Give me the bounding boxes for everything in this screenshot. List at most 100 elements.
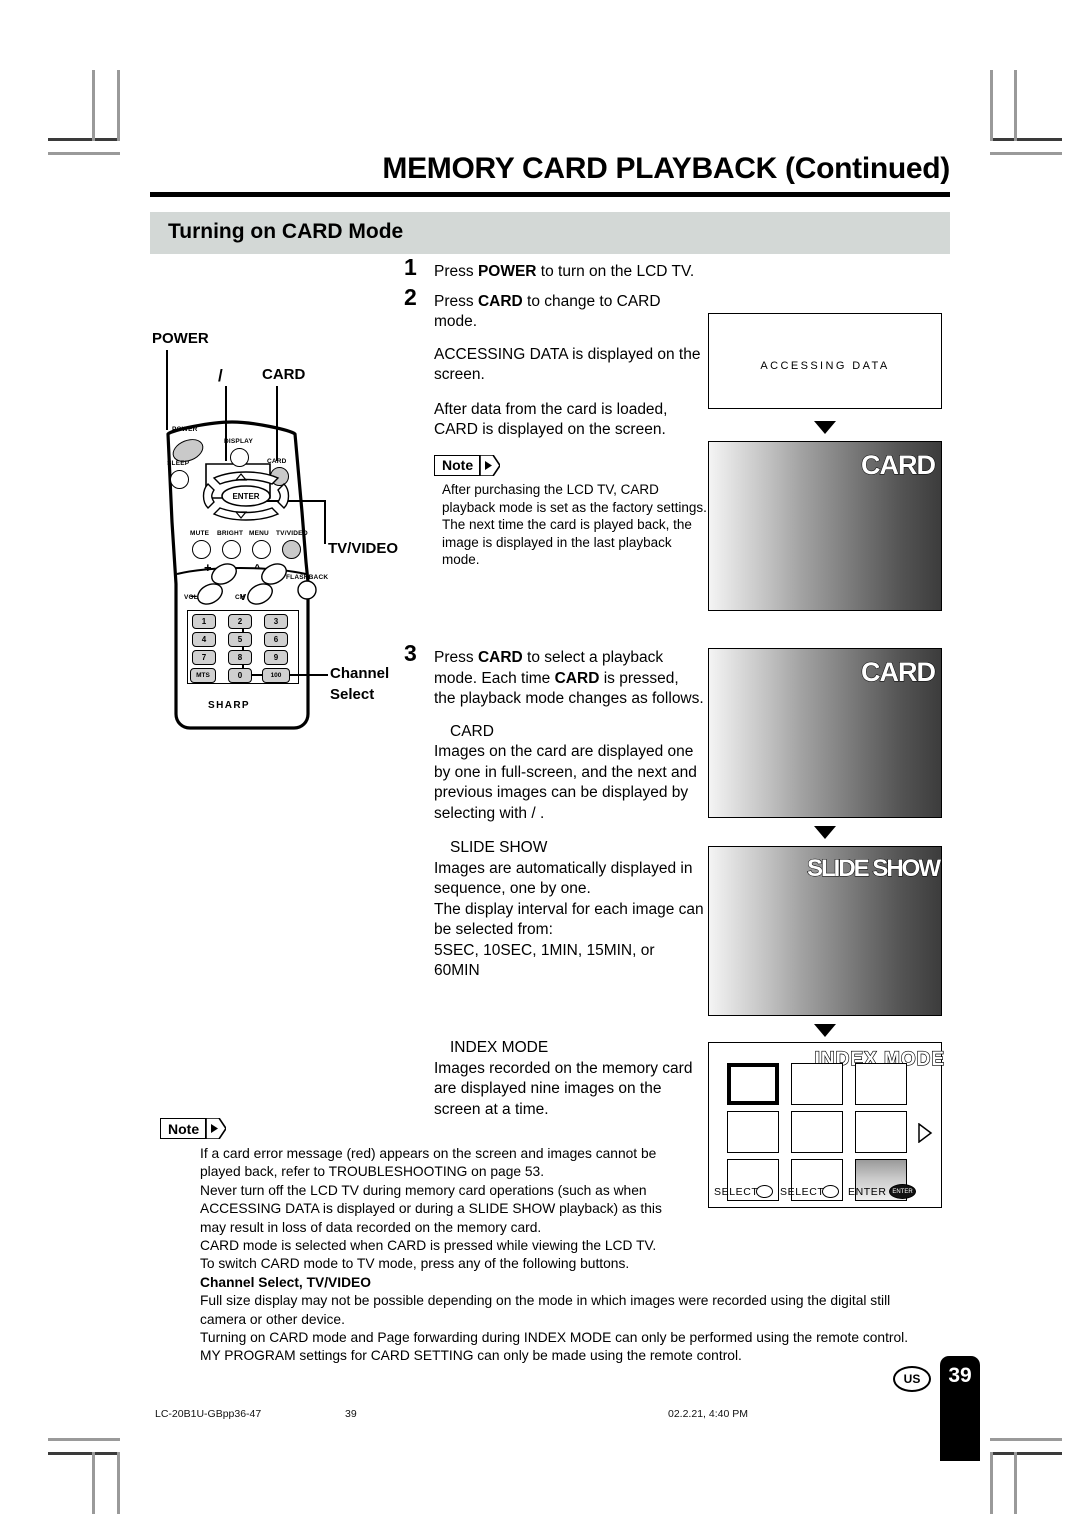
button-label-menu: MENU [249,530,269,537]
button-label-power: POWER [172,426,198,433]
manual-page: MEMORY CARD PLAYBACK (Continued) Turning… [0,0,1080,1528]
step-1-number: 1 [404,254,417,280]
svg-text:^: ^ [254,563,261,575]
mode-body-slideshow-2: The display interval for each image can … [434,900,704,939]
note-line-8: Channel Select, TV/VIDEO [200,1274,371,1290]
keypad-key-8[interactable]: 8 [228,650,252,665]
crop-mark-top-left [48,138,120,141]
keypad-key-7[interactable]: 7 [192,650,216,665]
dpad-cluster[interactable]: ENTER [198,462,318,532]
crop-mark-bottom-left [48,1452,120,1455]
vol-ch-rockers[interactable]: + – ^ v [182,560,332,612]
crop-mark-bottom-left-v [117,1452,120,1514]
step-1-text-post: to turn on the LCD TV. [536,263,695,280]
note-tag: Note [434,454,501,476]
step-2: 2 Press CARD to change to CARD mode. [404,285,704,333]
section-title: Turning on CARD Mode [168,220,404,243]
button-label-tvvideo: TV/VIDEO [276,530,308,537]
flow-arrow-1 [814,421,836,434]
step-3-text-pre: Press [434,649,478,666]
keypad-key-3[interactable]: 3 [264,614,288,629]
keypad-key-4[interactable]: 4 [192,632,216,647]
crop-mark-bottom-left-v2 [92,1452,95,1514]
keypad-key-mts[interactable]: MTS [190,668,216,683]
keypad-key-100[interactable]: 100 [262,668,290,683]
crop-mark-top-right-h2 [990,152,1062,155]
note-line-7: To switch CARD mode to TV mode, press an… [200,1256,630,1272]
screen-accessing-data: ACCESSING DATA [708,313,942,409]
screen-card-2: CARD [708,648,942,818]
screen-slide-show: SLIDE SHOW [708,846,942,1016]
note-line-3: Never turn off the LCD TV during memory … [200,1182,647,1198]
crop-mark-bottom-right-v [990,1452,993,1514]
mode-name-index: INDEX MODE [450,1039,549,1056]
step-1-text-pre: Press [434,263,478,280]
index-cell-3[interactable] [855,1063,907,1105]
step-3-number: 3 [404,640,417,666]
page-title: MEMORY CARD PLAYBACK (Continued) [382,152,950,185]
button-label-flashback: FLASHBACK [286,574,329,581]
button-menu[interactable] [252,540,271,559]
step-3-keyword-1: CARD [477,649,523,666]
note-body-bottom: If a card error message (red) appears on… [200,1145,950,1366]
footer-filename: LC-20B1U-GBpp36-47 [155,1408,262,1420]
osd-slide-show: SLIDE SHOW [806,855,941,883]
crop-mark-top-left-h2 [48,152,120,155]
mode-name-slideshow: SLIDE SHOW [450,839,548,856]
step-2-number: 2 [404,283,417,310]
note-line-2: played back, refer to TROUBLESHOOTING on… [200,1164,545,1180]
crop-mark-bottom-right-h2 [990,1438,1062,1441]
crop-mark-bottom-right-v2 [1014,1452,1017,1514]
button-label-display: DISPLAY [224,438,253,445]
step-2-loaded-text: After data from the card is loaded, CARD… [434,400,668,439]
step-2-keyword: CARD [477,292,523,310]
step-2-accessing-text: ACCESSING DATA is displayed on the scree… [434,345,701,384]
crop-mark-top-right-v2 [1014,70,1017,141]
keypad-key-6[interactable]: 6 [264,632,288,647]
button-label-vol: VOL [184,594,198,601]
step-1: 1 Press POWER to turn on the LCD TV. [404,256,704,283]
button-bright[interactable] [222,540,241,559]
mode-body-slideshow: Images are automatically displayed in se… [434,859,693,898]
mode-name-card: CARD [450,722,494,740]
svg-text:ENTER: ENTER [232,492,259,501]
button-label-bright: BRIGHT [217,530,244,537]
instruction-column-lower: 3 Press CARD to select a playback mode. … [404,642,704,996]
instruction-column: 1 Press POWER to turn on the LCD TV. 2 P… [404,256,707,569]
crop-mark-top-right [990,138,1062,141]
index-cell-1[interactable] [727,1063,779,1105]
step-2-text-pre: Press [434,292,478,310]
note-label: Note [442,456,474,473]
note-line-6: CARD mode is selected when CARD is press… [200,1238,657,1254]
note-line-11: Turning on CARD mode and Page forwarding… [200,1330,909,1346]
note-block-step2: Note After purchasing the LCD TV, CARD p… [434,454,707,569]
crop-mark-top-left-v2 [92,70,95,141]
note-line-5: may result in loss of data recorded on t… [200,1219,542,1235]
note-line-4: ACCESSING DATA is displayed or during a … [200,1201,662,1217]
note-arrow-icon [480,454,501,476]
mode-body-index: Images recorded on the memory card are d… [434,1059,693,1118]
note-label-bottom: Note [168,1120,200,1137]
button-label-mute: MUTE [190,530,210,537]
osd-card-1: CARD [861,450,937,481]
flow-arrow-2 [814,826,836,839]
note-block-bottom: Note If a card error message (red) appea… [160,1118,950,1366]
note-body-step2: After purchasing the LCD TV, CARD playba… [442,482,707,568]
button-label-ch: CH [235,594,245,601]
osd-card-2: CARD [861,657,937,688]
button-mute[interactable] [192,540,211,559]
footer-timestamp: 02.2.21, 4:40 PM [668,1408,748,1420]
keypad-key-9[interactable]: 9 [264,650,288,665]
keypad-key-2[interactable]: 2 [228,614,252,629]
crop-mark-top-right-v [990,70,993,141]
keypad-key-5[interactable]: 5 [228,632,252,647]
region-badge-us: US [893,1366,931,1392]
button-sleep[interactable] [170,470,189,489]
button-tvvideo[interactable] [282,540,301,559]
keypad-key-0[interactable]: 0 [228,668,252,683]
step-3: 3 Press CARD to select a playback mode. … [404,642,704,710]
index-cell-2[interactable] [791,1063,843,1105]
keypad-key-1[interactable]: 1 [192,614,216,629]
svg-text:+: + [204,560,212,575]
flow-arrow-3 [814,1024,836,1037]
